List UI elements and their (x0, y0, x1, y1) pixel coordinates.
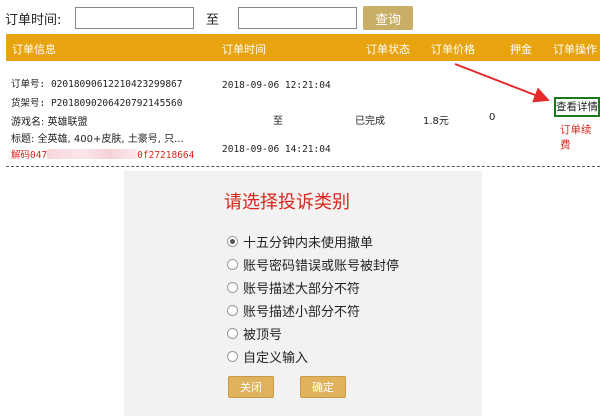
game-name: 游戏名: 英雄联盟 (11, 117, 88, 128)
confirm-button[interactable]: 确定 (300, 376, 346, 398)
row-separator (6, 166, 600, 167)
listing-number: 货架号: P2018090206420792145560 (11, 98, 183, 109)
header-order-info: 订单信息 (12, 43, 56, 56)
order-start-time: 2018-09-06 12:21:04 (222, 80, 331, 91)
radio-selected-icon[interactable] (227, 235, 238, 247)
radio-icon[interactable] (227, 281, 238, 293)
header-order-actions: 订单操作 (553, 43, 597, 56)
order-title: 标题: 全英雄, 400+皮肤, 土豪号, 只... (11, 134, 184, 145)
view-details-button[interactable]: 查看详情 (554, 97, 600, 117)
order-time-to: 至 (273, 116, 283, 127)
order-status: 已完成 (355, 116, 385, 127)
radio-icon[interactable] (227, 304, 238, 316)
order-end-time: 2018-09-06 14:21:04 (222, 144, 331, 155)
redacted-block (47, 149, 138, 159)
order-deposit: 0 (489, 112, 496, 123)
radio-icon[interactable] (227, 350, 238, 362)
close-button[interactable]: 关闭 (228, 376, 274, 398)
complaint-dialog: 请选择投诉类别 十五分钟内未使用撤单 账号密码错误或账号被封停 账号描述大部分不… (124, 171, 482, 416)
complaint-option-label: 账号描述大部分不符 (243, 281, 361, 297)
unlock-code-suffix: 0f27218664 (137, 150, 195, 161)
order-price: 1.8元 (423, 116, 449, 127)
complaint-option-label: 账号描述小部分不符 (243, 304, 361, 320)
complaint-option-label: 十五分钟内未使用撤单 (243, 235, 374, 251)
order-number: 订单号: 02018090612210423299867 (11, 79, 183, 90)
complaint-option-label: 自定义输入 (243, 350, 309, 366)
to-label: 至 (206, 13, 220, 28)
table-header: 订单信息 订单时间 订单状态 订单价格 押金 订单操作 (6, 34, 600, 61)
dialog-title: 请选择投诉类别 (224, 192, 350, 213)
radio-icon[interactable] (227, 258, 238, 270)
complaint-option-label: 账号密码错误或账号被封停 (243, 258, 400, 274)
complaint-option-1[interactable]: 十五分钟内未使用撤单 (227, 232, 374, 251)
filter-bar: 订单时间: 至 查询 (0, 0, 600, 34)
complaint-option-6[interactable]: 自定义输入 (227, 347, 309, 366)
renew-order-link[interactable]: 订单续费 (560, 122, 600, 152)
complaint-option-2[interactable]: 账号密码错误或账号被封停 (227, 255, 400, 274)
header-order-price: 订单价格 (431, 43, 475, 56)
query-button[interactable]: 查询 (363, 6, 413, 30)
unlock-code: 解码047 0f27218664 (11, 147, 194, 161)
order-time-label: 订单时间: (5, 13, 62, 28)
start-date-input[interactable] (75, 7, 194, 29)
header-order-status: 订单状态 (366, 43, 410, 56)
radio-icon[interactable] (227, 327, 238, 339)
table-row: 订单号: 02018090612210423299867 货架号: P20180… (6, 61, 600, 164)
complaint-option-label: 被顶号 (243, 327, 283, 343)
complaint-option-5[interactable]: 被顶号 (227, 324, 283, 343)
end-date-input[interactable] (238, 7, 357, 29)
unlock-code-prefix: 解码047 (11, 150, 48, 161)
complaint-option-3[interactable]: 账号描述大部分不符 (227, 278, 361, 297)
header-deposit: 押金 (510, 43, 532, 56)
header-order-time: 订单时间 (222, 43, 266, 56)
complaint-option-4[interactable]: 账号描述小部分不符 (227, 301, 361, 320)
